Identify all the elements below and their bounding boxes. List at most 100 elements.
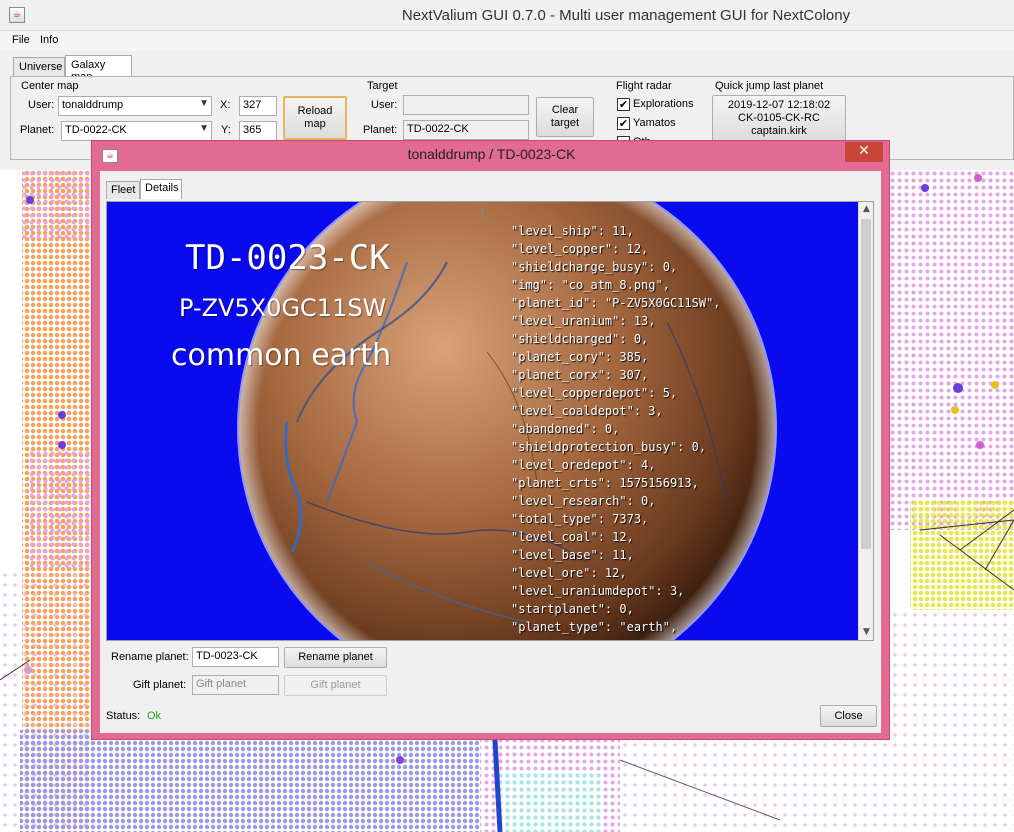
planet-marker[interactable] (976, 441, 984, 449)
gift-planet-placeholder: Gift planet (196, 678, 247, 690)
chevron-down-icon[interactable]: ▼ (859, 625, 873, 640)
center-map-group-label: Center map (21, 80, 79, 92)
json-line: "planet_crts": 1575156913, (511, 476, 699, 490)
gift-planet-field[interactable]: Gift planet (192, 675, 279, 695)
planet-marker[interactable] (396, 756, 404, 764)
planet-marker[interactable] (951, 406, 959, 414)
json-line: "level_coal": 12, (511, 530, 634, 544)
planet-dialog: ☕ tonalddrump / TD-0023-CK ✕ Fleet Detai… (91, 140, 890, 740)
center-planet-select[interactable]: TD-0022-CK ▼ (61, 121, 212, 141)
rename-planet-button[interactable]: Rename planet (284, 647, 387, 668)
x-field[interactable]: 327 (239, 96, 277, 116)
clear-target-button[interactable]: Clear target (536, 97, 594, 137)
planet-marker[interactable] (58, 411, 66, 419)
json-line: "level_ore": 12, (511, 566, 627, 580)
explorations-label: Explorations (633, 98, 694, 110)
quick-jump-user: captain.kirk (751, 125, 807, 137)
planet-name-overlay: TD-0023-CK (185, 238, 390, 278)
menu-bar: File Info (0, 31, 1014, 51)
tab-universe[interactable]: Universe (13, 57, 65, 77)
window-title: NextValium GUI 0.7.0 - Multi user manage… (401, 7, 851, 24)
reload-map-button[interactable]: Reload map (283, 96, 347, 140)
close-button[interactable]: Close (820, 705, 877, 727)
yamatos-checkbox[interactable]: ✔ (617, 117, 630, 130)
tab-details[interactable]: Details (140, 179, 182, 199)
gift-planet-button[interactable]: Gift planet (284, 675, 387, 696)
planet-kind-overlay: common earth (171, 338, 392, 373)
dialog-body: Fleet Details TD-0023-CK P-ZV5X0GC11SW c… (100, 171, 881, 733)
status-label: Status: (106, 710, 141, 722)
dialog-close-button[interactable]: ✕ (845, 142, 883, 162)
json-line: "level_base": 11, (511, 548, 634, 562)
tab-fleet[interactable]: Fleet (106, 181, 140, 199)
json-line: "abandoned": 0, (511, 422, 620, 436)
chevron-up-icon[interactable]: ▲ (859, 202, 873, 217)
planet-marker[interactable] (24, 666, 32, 674)
planet-marker[interactable] (58, 441, 66, 449)
json-line: "img": "co_atm_8.png", (511, 278, 670, 292)
json-line: "level_coaldepot": 3, (511, 404, 663, 418)
planet-details-panel[interactable]: TD-0023-CK P-ZV5X0GC11SW common earth { … (106, 201, 874, 641)
y-label: Y: (221, 124, 231, 136)
target-planet-label: Planet: (363, 124, 398, 136)
chevron-down-icon: ▼ (199, 123, 209, 134)
dialog-title: tonalddrump / TD-0023-CK (407, 146, 576, 162)
planet-marker[interactable] (974, 174, 982, 182)
menu-info[interactable]: Info (40, 34, 58, 46)
window-titlebar: ☕ NextValium GUI 0.7.0 - Multi user mana… (0, 0, 1014, 31)
planet-marker[interactable] (953, 383, 963, 393)
json-line: "planet_type": "earth", (511, 620, 678, 634)
clear-label-line2: target (550, 117, 580, 129)
clear-label-line1: Clear (551, 104, 579, 116)
quick-jump-group-label: Quick jump last planet (715, 80, 824, 92)
rename-planet-field[interactable]: TD-0023-CK (192, 647, 279, 667)
center-planet-value: TD-0022-CK (65, 124, 127, 136)
reload-label-line1: Reload (297, 105, 333, 117)
y-field[interactable]: 365 (239, 121, 277, 141)
quick-jump-planet: CK-0105-CK-RC (738, 112, 820, 124)
json-line: "level_copper": 12, (511, 242, 649, 256)
flight-radar-group-label: Flight radar (616, 80, 672, 92)
target-group-label: Target (367, 80, 398, 92)
json-line: "shieldcharge_busy": 0, (511, 260, 678, 274)
explorations-checkbox[interactable]: ✔ (617, 98, 630, 111)
quick-jump-button[interactable]: 2019-12-07 12:18:02 CK-0105-CK-RC captai… (712, 95, 846, 142)
planet-json-text: "level_ship": 11, "level_copper": 12, "shi… (511, 222, 721, 636)
scrollbar-thumb[interactable] (861, 219, 871, 549)
center-user-label: User: (28, 99, 55, 111)
target-user-field[interactable] (403, 95, 529, 115)
json-line: "level_oredepot": 4, (511, 458, 656, 472)
json-line: "planet_id": "P-ZV5X0GC11SW", (511, 296, 721, 310)
json-line: "level_copperdepot": 5, (511, 386, 678, 400)
center-planet-label: Planet: (20, 124, 55, 136)
tab-galaxy-map[interactable]: Galaxy map (65, 55, 132, 83)
json-line: "planet_corx": 307, (511, 368, 649, 382)
planet-id-overlay: P-ZV5X0GC11SW (179, 294, 387, 322)
center-user-value: tonalddrump (62, 99, 124, 111)
json-line: "shieldcharged": 0, (511, 332, 649, 346)
json-line: "planet_cory": 385, (511, 350, 649, 364)
planet-marker[interactable] (921, 184, 929, 192)
json-open-brace: { (479, 206, 486, 219)
json-line: "level_uraniumdepot": 3, (511, 584, 685, 598)
quick-jump-time: 2019-12-07 12:18:02 (727, 99, 831, 111)
center-user-select[interactable]: tonalddrump ▼ (58, 96, 212, 116)
target-planet-field[interactable]: TD-0022-CK (403, 120, 529, 140)
json-line: "startplanet": 0, (511, 602, 634, 616)
json-line: "level_uranium": 13, (511, 314, 656, 328)
planet-marker[interactable] (991, 381, 999, 389)
status-value: Ok (147, 710, 162, 722)
details-scrollbar[interactable]: ▲ ▼ (858, 202, 873, 640)
planet-image: TD-0023-CK P-ZV5X0GC11SW common earth { … (107, 202, 859, 640)
rename-planet-label: Rename planet: (111, 651, 189, 663)
json-line: "level_research": 0, (511, 494, 656, 508)
x-label: X: (220, 99, 231, 111)
planet-marker[interactable] (26, 196, 34, 204)
reload-label-line2: map (304, 118, 326, 130)
menu-file[interactable]: File (12, 34, 30, 46)
target-user-label: User: (371, 99, 398, 111)
yamatos-label: Yamatos (633, 117, 676, 129)
json-line: "level_ship": 11, (511, 224, 634, 238)
gift-planet-label: Gift planet: (133, 679, 187, 691)
chevron-down-icon: ▼ (199, 98, 209, 109)
